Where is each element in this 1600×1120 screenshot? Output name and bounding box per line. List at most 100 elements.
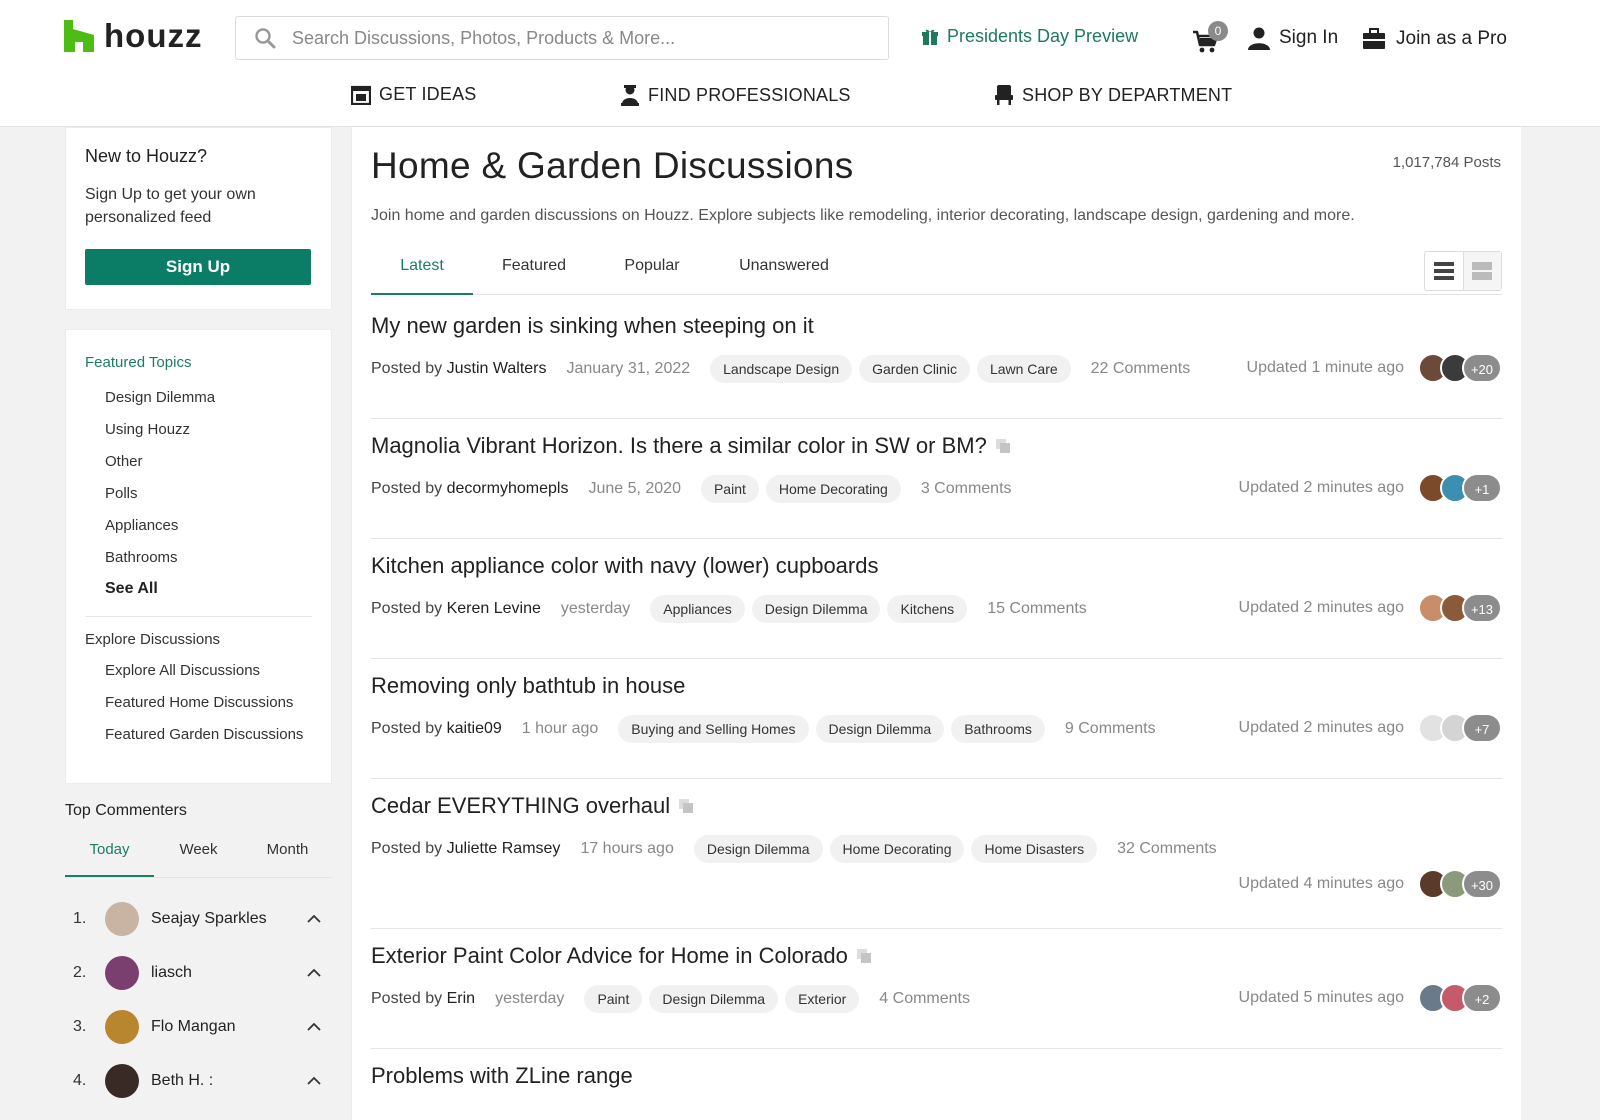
commenter-name[interactable]: Flo Mangan bbox=[151, 1018, 306, 1036]
post-title-text[interactable]: Cedar EVERYTHING overhaul bbox=[371, 793, 670, 819]
post-title-text[interactable]: Kitchen appliance color with navy (lower… bbox=[371, 553, 878, 579]
presidents-day-promo-link[interactable]: Presidents Day Preview bbox=[921, 26, 1138, 47]
post-title-text[interactable]: My new garden is sinking when steeping o… bbox=[371, 313, 814, 339]
commenter-name[interactable]: Beth H. : bbox=[151, 1072, 306, 1090]
topic-link[interactable]: Design Dilemma bbox=[105, 382, 312, 414]
topic-tag[interactable]: Home Disasters bbox=[971, 835, 1098, 863]
avatar[interactable] bbox=[105, 1064, 139, 1098]
cart-button[interactable]: 0 bbox=[1192, 21, 1228, 54]
explore-link[interactable]: Explore All Discussions bbox=[105, 655, 312, 687]
author-link[interactable]: Keren Levine bbox=[447, 600, 541, 617]
avatar[interactable] bbox=[105, 1010, 139, 1044]
tab-latest[interactable]: Latest bbox=[371, 247, 473, 295]
post-title[interactable]: Exterior Paint Color Advice for Home in … bbox=[371, 943, 872, 969]
participant-avatars[interactable]: +20 bbox=[1418, 353, 1502, 383]
topic-tag[interactable]: Exterior bbox=[785, 985, 860, 1013]
participant-avatars[interactable]: +30 bbox=[1418, 869, 1502, 899]
nav-find-professionals[interactable]: FIND PROFESSIONALS bbox=[620, 84, 851, 106]
participant-avatars[interactable]: +1 bbox=[1418, 473, 1502, 503]
post-title[interactable]: Kitchen appliance color with navy (lower… bbox=[371, 553, 878, 579]
topic-tag[interactable]: Design Dilemma bbox=[649, 985, 779, 1013]
topic-link[interactable]: Other bbox=[105, 446, 312, 478]
more-participants-badge[interactable]: +30 bbox=[1462, 869, 1502, 899]
commenter-row[interactable]: 2. liasch bbox=[65, 946, 332, 1000]
featured-topics-heading[interactable]: Featured Topics bbox=[85, 354, 312, 378]
topic-tag[interactable]: Buying and Selling Homes bbox=[618, 715, 809, 743]
author-link[interactable]: kaitie09 bbox=[447, 720, 502, 737]
more-participants-badge[interactable]: +13 bbox=[1462, 593, 1502, 623]
tc-tab-week[interactable]: Week bbox=[154, 838, 243, 877]
participant-avatars[interactable]: +7 bbox=[1418, 713, 1502, 743]
tab-unanswered[interactable]: Unanswered bbox=[724, 247, 844, 295]
commenter-row[interactable]: 1. Seajay Sparkles bbox=[65, 892, 332, 946]
comments-count[interactable]: 9 Comments bbox=[1065, 720, 1156, 738]
topic-tag[interactable]: Design Dilemma bbox=[815, 715, 945, 743]
post-title-text[interactable]: Exterior Paint Color Advice for Home in … bbox=[371, 943, 848, 969]
explore-link[interactable]: Featured Garden Discussions bbox=[105, 719, 312, 751]
topic-link[interactable]: Appliances bbox=[105, 510, 312, 542]
topic-tag[interactable]: Bathrooms bbox=[951, 715, 1045, 743]
post-title[interactable]: Removing only bathtub in house bbox=[371, 673, 685, 699]
topic-link[interactable]: Polls bbox=[105, 478, 312, 510]
tab-featured[interactable]: Featured bbox=[483, 247, 585, 295]
participant-avatars[interactable]: +2 bbox=[1418, 983, 1502, 1013]
author-link[interactable]: decormyhomepls bbox=[447, 480, 569, 497]
join-as-pro-link[interactable]: Join as a Pro bbox=[1362, 28, 1507, 50]
topic-tag[interactable]: Paint bbox=[584, 985, 643, 1013]
post-title-text[interactable]: Removing only bathtub in house bbox=[371, 673, 685, 699]
topic-tag[interactable]: Design Dilemma bbox=[751, 595, 881, 623]
houzz-logo[interactable]: houzz bbox=[64, 16, 202, 56]
author-link[interactable]: Justin Walters bbox=[447, 360, 547, 377]
topic-tag[interactable]: Garden Clinic bbox=[859, 355, 970, 383]
chevron-up-icon[interactable] bbox=[306, 1073, 322, 1089]
topic-tag[interactable]: Landscape Design bbox=[710, 355, 853, 383]
post-title-text[interactable]: Problems with ZLine range bbox=[371, 1063, 633, 1089]
post-title-text[interactable]: Magnolia Vibrant Horizon. Is there a sim… bbox=[371, 433, 987, 459]
chevron-up-icon[interactable] bbox=[306, 911, 322, 927]
topic-tag[interactable]: Kitchens bbox=[887, 595, 968, 623]
post-title[interactable]: Problems with ZLine range bbox=[371, 1063, 633, 1089]
topic-tag[interactable]: Lawn Care bbox=[976, 355, 1071, 383]
commenter-row[interactable]: 4. Beth H. : bbox=[65, 1054, 332, 1108]
more-participants-badge[interactable]: +1 bbox=[1462, 473, 1502, 503]
comments-count[interactable]: 4 Comments bbox=[879, 990, 970, 1008]
nav-get-ideas[interactable]: GET IDEAS bbox=[351, 84, 477, 105]
post-title[interactable]: Magnolia Vibrant Horizon. Is there a sim… bbox=[371, 433, 1011, 459]
topic-link[interactable]: Using Houzz bbox=[105, 414, 312, 446]
topic-tag[interactable]: Appliances bbox=[650, 595, 745, 623]
participant-avatars[interactable]: +13 bbox=[1418, 593, 1502, 623]
topic-tag[interactable]: Home Decorating bbox=[829, 835, 965, 863]
topic-tag[interactable]: Home Decorating bbox=[765, 475, 901, 503]
topic-tag[interactable]: Design Dilemma bbox=[693, 835, 823, 863]
explore-link[interactable]: Featured Home Discussions bbox=[105, 687, 312, 719]
post-title[interactable]: Cedar EVERYTHING overhaul bbox=[371, 793, 694, 819]
sign-in-link[interactable]: Sign In bbox=[1247, 26, 1338, 50]
comments-count[interactable]: 3 Comments bbox=[921, 480, 1012, 498]
comments-count[interactable]: 15 Comments bbox=[987, 600, 1087, 618]
commenter-name[interactable]: Seajay Sparkles bbox=[151, 910, 306, 928]
author-link[interactable]: Juliette Ramsey bbox=[447, 840, 561, 857]
tc-tab-today[interactable]: Today bbox=[65, 838, 154, 877]
more-participants-badge[interactable]: +7 bbox=[1462, 713, 1502, 743]
tc-tab-month[interactable]: Month bbox=[243, 838, 332, 877]
sign-up-button[interactable]: Sign Up bbox=[85, 249, 311, 285]
comments-count[interactable]: 22 Comments bbox=[1091, 360, 1191, 378]
commenter-name[interactable]: liasch bbox=[151, 964, 306, 982]
list-view-button[interactable] bbox=[1425, 252, 1463, 290]
see-all-topics-link[interactable]: See All bbox=[105, 574, 312, 604]
author-link[interactable]: Erin bbox=[447, 990, 475, 1007]
tab-popular[interactable]: Popular bbox=[601, 247, 703, 295]
commenter-row[interactable]: 3. Flo Mangan bbox=[65, 1000, 332, 1054]
avatar[interactable] bbox=[105, 902, 139, 936]
chevron-up-icon[interactable] bbox=[306, 965, 322, 981]
more-participants-badge[interactable]: +2 bbox=[1462, 983, 1502, 1013]
chevron-up-icon[interactable] bbox=[306, 1019, 322, 1035]
search-bar[interactable] bbox=[235, 16, 889, 60]
more-participants-badge[interactable]: +20 bbox=[1462, 353, 1502, 383]
post-title[interactable]: My new garden is sinking when steeping o… bbox=[371, 313, 814, 339]
avatar[interactable] bbox=[105, 956, 139, 990]
topic-tag[interactable]: Paint bbox=[700, 475, 759, 503]
topic-link[interactable]: Bathrooms bbox=[105, 542, 312, 574]
comments-count[interactable]: 32 Comments bbox=[1117, 840, 1217, 858]
explore-discussions-heading[interactable]: Explore Discussions bbox=[85, 631, 312, 655]
